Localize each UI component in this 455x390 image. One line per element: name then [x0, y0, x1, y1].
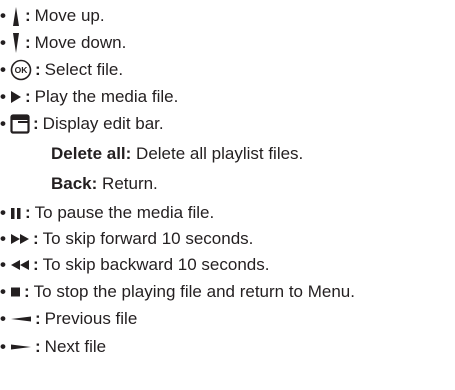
bullet: • — [0, 203, 6, 222]
item-description: Display edit bar. — [42, 114, 164, 133]
previous-file-icon — [10, 306, 32, 332]
separator: : — [33, 255, 39, 274]
edit-bar-option-delete-all: Delete all: Delete all playlist files. — [51, 141, 303, 167]
play-icon — [10, 84, 22, 110]
option-label: Back: — [51, 174, 98, 193]
item-description: Previous file — [44, 309, 138, 328]
bullet: • — [0, 6, 6, 25]
item-description: To skip backward 10 seconds. — [42, 255, 270, 274]
bullet: • — [0, 33, 6, 52]
move-up-arrow-icon — [10, 3, 22, 29]
item-description: Move down. — [34, 33, 127, 52]
list-item-move-up: • : Move up. — [0, 3, 105, 29]
separator: : — [25, 203, 31, 222]
list-item-next-file: • : Next file — [0, 334, 106, 360]
move-down-arrow-icon — [10, 30, 22, 56]
edit-menu-icon — [10, 111, 30, 137]
option-label: Delete all: — [51, 144, 132, 163]
item-description: To skip forward 10 seconds. — [42, 229, 254, 248]
list-item-pause: • : To pause the media file. — [0, 200, 214, 226]
list-item-stop: • : To stop the playing file and return … — [0, 279, 355, 305]
stop-icon — [10, 279, 21, 305]
bullet: • — [0, 337, 6, 356]
edit-bar-option-back: Back: Return. — [51, 171, 158, 197]
list-item-skip-backward: • : To skip backward 10 seconds. — [0, 252, 269, 278]
separator: : — [35, 60, 41, 79]
separator: : — [35, 337, 41, 356]
item-description: To stop the playing file and return to M… — [33, 282, 355, 301]
bullet: • — [0, 282, 6, 301]
item-description: Play the media file. — [34, 87, 179, 106]
bullet: • — [0, 229, 6, 248]
list-item-play: • : Play the media file. — [0, 84, 178, 110]
separator: : — [35, 309, 41, 328]
rewind-icon — [10, 252, 30, 278]
bullet: • — [0, 255, 6, 274]
list-item-skip-forward: • : To skip forward 10 seconds. — [0, 226, 253, 252]
separator: : — [25, 6, 31, 25]
list-item-move-down: • : Move down. — [0, 30, 126, 56]
pause-icon — [10, 200, 22, 226]
separator: : — [33, 229, 39, 248]
item-description: Next file — [44, 337, 107, 356]
bullet: • — [0, 60, 6, 79]
bullet: • — [0, 114, 6, 133]
item-description: Select file. — [44, 60, 124, 79]
item-description: Move up. — [34, 6, 105, 25]
svg-text:OK: OK — [15, 65, 29, 75]
list-item-edit-bar: • : Display edit bar. — [0, 111, 164, 137]
bullet: • — [0, 309, 6, 328]
option-description: Return. — [97, 174, 158, 193]
list-item-select-file: • OK : Select file. — [0, 57, 123, 83]
item-description: To pause the media file. — [34, 203, 215, 222]
separator: : — [33, 114, 39, 133]
option-description: Delete all playlist files. — [131, 144, 304, 163]
ok-button-icon: OK — [10, 57, 32, 83]
list-item-previous-file: • : Previous file — [0, 306, 137, 332]
fast-forward-icon — [10, 226, 30, 252]
separator: : — [25, 87, 31, 106]
next-file-icon — [10, 334, 32, 360]
separator: : — [25, 33, 31, 52]
bullet: • — [0, 87, 6, 106]
separator: : — [24, 282, 30, 301]
